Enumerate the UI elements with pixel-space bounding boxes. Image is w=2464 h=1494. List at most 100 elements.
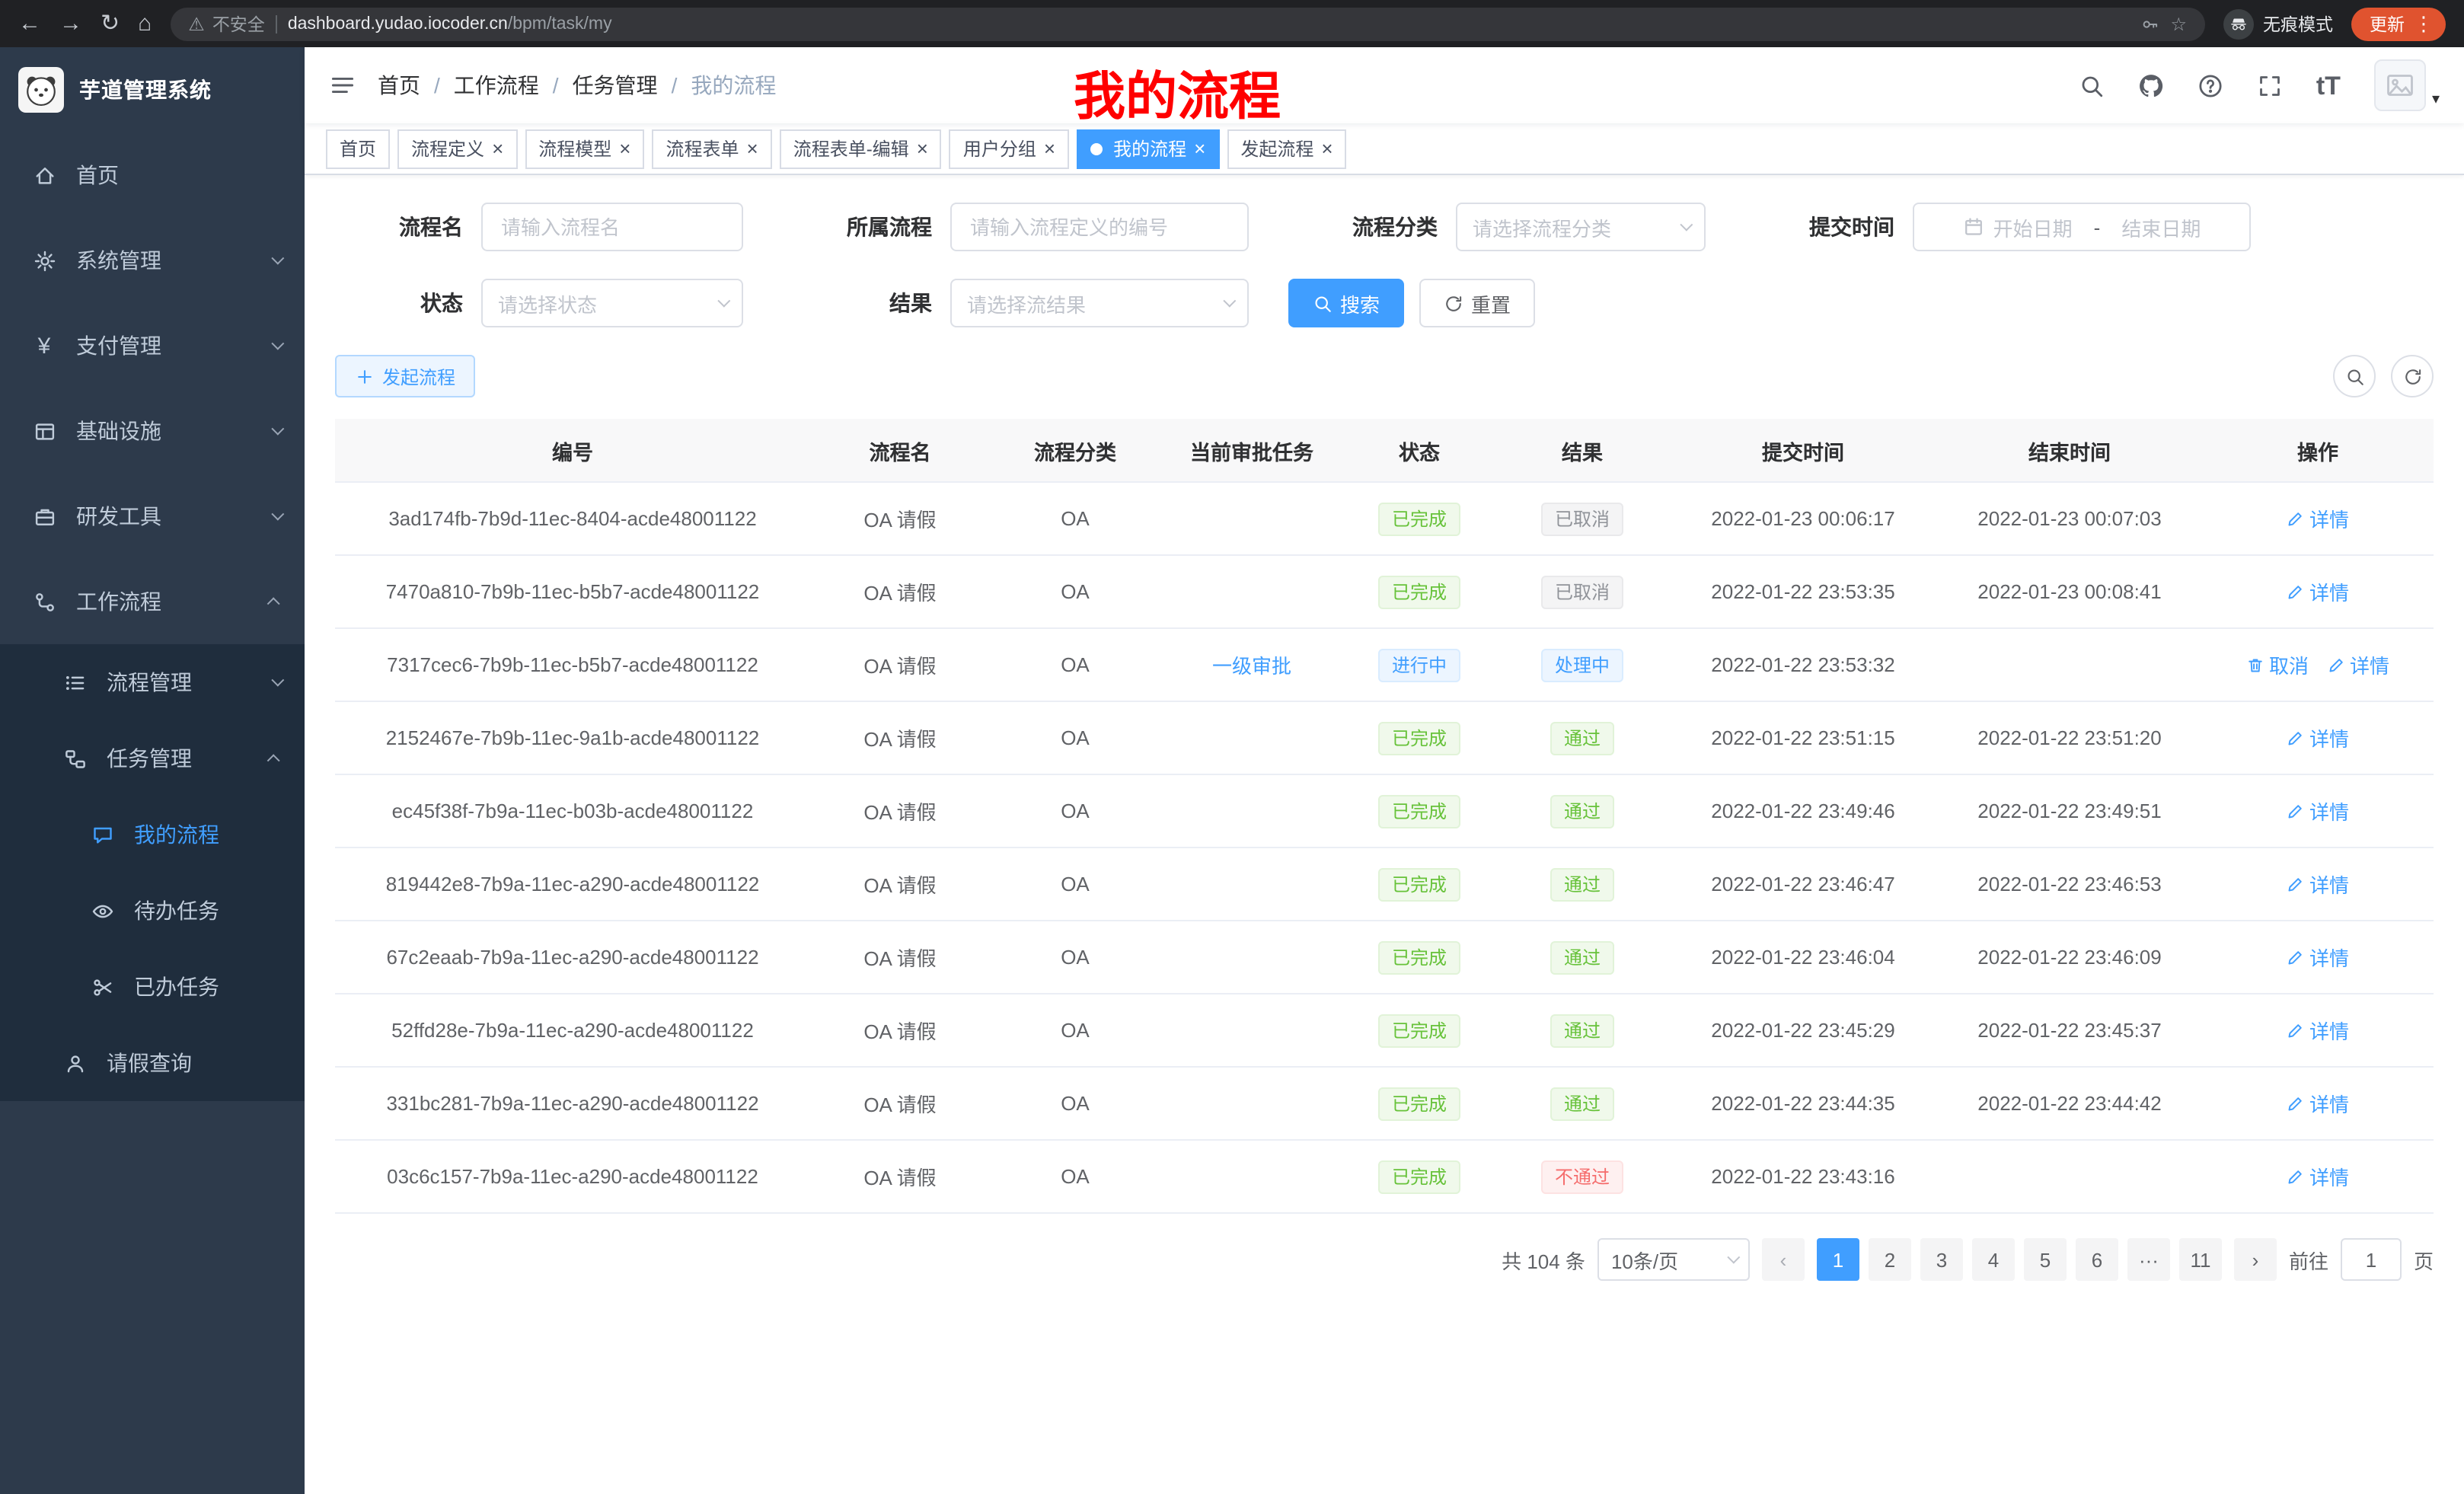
sidebar-item-system-management[interactable]: 系统管理 <box>0 218 305 303</box>
sidebar-item-label: 已办任务 <box>134 972 280 1002</box>
sidebar-item-done-tasks[interactable]: 已办任务 <box>0 949 305 1025</box>
help-icon[interactable] <box>2197 72 2223 98</box>
tab-process-form-edit[interactable]: 流程表单-编辑× <box>780 129 942 168</box>
detail-link[interactable]: 详情 <box>2287 1089 2349 1118</box>
page-size-select[interactable]: 10条/页 <box>1597 1238 1750 1281</box>
breadcrumb-task-management[interactable]: 任务管理 <box>573 70 658 101</box>
logo-image <box>18 67 64 113</box>
result-cell: 通过 <box>1495 1014 1669 1047</box>
parent-process-input[interactable] <box>950 203 1249 251</box>
refresh-table-button[interactable] <box>2391 355 2434 397</box>
detail-link[interactable]: 详情 <box>2287 943 2349 972</box>
page-5-button[interactable]: 5 <box>2024 1238 2067 1281</box>
fullscreen-icon[interactable] <box>2257 72 2283 98</box>
tab-close-icon[interactable]: × <box>1044 139 1055 158</box>
tab-close-icon[interactable]: × <box>619 139 630 158</box>
action-label: 详情 <box>2309 796 2349 825</box>
tab-process-form[interactable]: 流程表单× <box>652 129 771 168</box>
browser-home-icon[interactable]: ⌂ <box>138 12 152 35</box>
prev-page-button[interactable]: ‹ <box>1762 1238 1805 1281</box>
next-page-button[interactable]: › <box>2234 1238 2277 1281</box>
tab-close-icon[interactable]: × <box>747 139 758 158</box>
toggle-search-button[interactable] <box>2333 355 2376 397</box>
actions-cell: 详情 <box>2202 723 2434 752</box>
pencil-icon <box>2287 1021 2305 1039</box>
detail-link[interactable]: 详情 <box>2287 1016 2349 1045</box>
pencil-icon <box>2287 875 2305 893</box>
sidebar-item-workflow[interactable]: 工作流程 <box>0 559 305 644</box>
process-id-cell: 67c2eaab-7b9a-11ec-a290-acde48001122 <box>335 946 810 969</box>
page-4-button[interactable]: 4 <box>1972 1238 2015 1281</box>
result-label: 结果 <box>783 288 950 318</box>
tab-process-model[interactable]: 流程模型× <box>525 129 644 168</box>
search-button[interactable]: 搜索 <box>1288 279 1404 327</box>
detail-link[interactable]: 详情 <box>2327 650 2389 679</box>
category-select[interactable]: 请选择流程分类 <box>1456 203 1706 251</box>
page-1-button[interactable]: 1 <box>1817 1238 1859 1281</box>
browser-back-icon[interactable]: ← <box>18 12 41 35</box>
tab-my-process[interactable]: 我的流程× <box>1077 129 1219 168</box>
detail-link[interactable]: 详情 <box>2287 723 2349 752</box>
process-name-input[interactable] <box>481 203 743 251</box>
font-size-icon[interactable]: tT <box>2316 72 2341 98</box>
breadcrumb-workflow[interactable]: 工作流程 <box>454 70 539 101</box>
detail-link[interactable]: 详情 <box>2287 870 2349 899</box>
tab-label: 首页 <box>340 136 376 161</box>
github-icon[interactable] <box>2138 72 2164 98</box>
tab-user-group[interactable]: 用户分组× <box>950 129 1069 168</box>
goto-page-input[interactable] <box>2341 1238 2402 1281</box>
status-cell: 已完成 <box>1343 1087 1495 1120</box>
detail-link[interactable]: 详情 <box>2287 577 2349 606</box>
user-menu[interactable]: ▾ <box>2374 59 2440 111</box>
site-security[interactable]: ⚠ 不安全 <box>188 11 265 36</box>
tab-close-icon[interactable]: × <box>1194 139 1205 158</box>
sidebar-item-dev-tools[interactable]: 研发工具 <box>0 474 305 559</box>
current-task-link[interactable]: 一级审批 <box>1212 655 1291 678</box>
tab-home[interactable]: 首页 <box>326 129 390 168</box>
detail-link[interactable]: 详情 <box>2287 796 2349 825</box>
create-process-label: 发起流程 <box>382 363 455 389</box>
page-3-button[interactable]: 3 <box>1920 1238 1963 1281</box>
tab-start-process[interactable]: 发起流程× <box>1227 129 1346 168</box>
security-label: 不安全 <box>212 11 265 36</box>
avatar[interactable] <box>2374 59 2426 111</box>
tab-close-icon[interactable]: × <box>1321 139 1333 158</box>
page-11-button[interactable]: 11 <box>2179 1238 2222 1281</box>
browser-menu-icon[interactable]: ⋮ <box>2414 14 2434 34</box>
tab-close-icon[interactable]: × <box>917 139 928 158</box>
sidebar-item-task-management[interactable]: 任务管理 <box>0 720 305 796</box>
cancel-link[interactable]: 取消 <box>2246 650 2309 679</box>
sidebar-item-todo-tasks[interactable]: 待办任务 <box>0 873 305 949</box>
header-search-icon[interactable] <box>2079 72 2105 98</box>
sidebar-item-leave-query[interactable]: 请假查询 <box>0 1025 305 1101</box>
sidebar-item-my-process[interactable]: 我的流程 <box>0 796 305 873</box>
detail-link[interactable]: 详情 <box>2287 1162 2349 1191</box>
bookmark-star-icon[interactable]: ☆ <box>2170 14 2187 33</box>
tab-close-icon[interactable]: × <box>492 139 503 158</box>
result-tag: 已取消 <box>1541 502 1623 535</box>
create-process-button[interactable]: 发起流程 <box>335 355 475 397</box>
tab-process-definition[interactable]: 流程定义× <box>397 129 517 168</box>
actions-cell: 详情 <box>2202 1089 2434 1118</box>
result-select[interactable]: 请选择流结果 <box>950 279 1249 327</box>
sidebar-item-process-management[interactable]: 流程管理 <box>0 644 305 720</box>
app-logo[interactable]: 芋道管理系统 <box>0 47 305 132</box>
sidebar-toggle-icon[interactable] <box>329 72 356 99</box>
browser-forward-icon[interactable]: → <box>59 12 82 35</box>
password-key-icon[interactable] <box>2141 14 2159 33</box>
page-6-button[interactable]: 6 <box>2076 1238 2118 1281</box>
sidebar-item-label: 首页 <box>76 160 280 190</box>
pager-more-button[interactable]: ··· <box>2127 1238 2170 1281</box>
detail-link[interactable]: 详情 <box>2287 504 2349 533</box>
browser-reload-icon[interactable]: ↻ <box>101 12 120 35</box>
submit-time-range-picker[interactable]: 开始日期 - 结束日期 <box>1913 203 2251 251</box>
address-bar[interactable]: ⚠ 不安全 dashboard.yudao.iocoder.cn/bpm/tas… <box>170 7 2205 40</box>
reset-button[interactable]: 重置 <box>1419 279 1535 327</box>
page-2-button[interactable]: 2 <box>1869 1238 1911 1281</box>
sidebar-item-home[interactable]: 首页 <box>0 132 305 218</box>
status-select[interactable]: 请选择状态 <box>481 279 743 327</box>
sidebar-item-infrastructure[interactable]: 基础设施 <box>0 388 305 474</box>
breadcrumb-home[interactable]: 首页 <box>378 70 420 101</box>
sidebar-item-payment-management[interactable]: ¥ 支付管理 <box>0 303 305 388</box>
browser-update-button[interactable]: 更新 ⋮ <box>2351 7 2446 40</box>
